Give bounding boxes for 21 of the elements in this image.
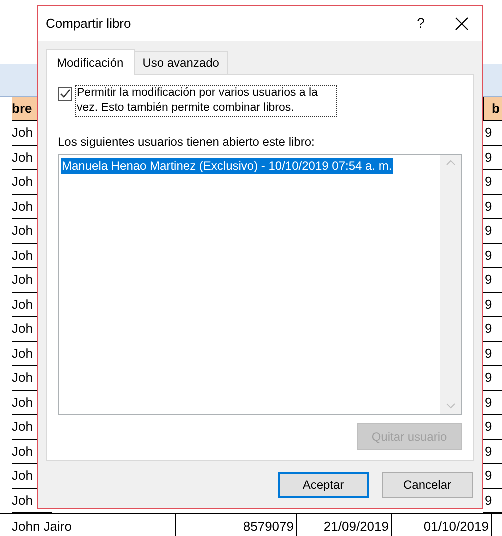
table-cell: 8579079 [176,514,297,536]
scrollbar[interactable] [440,155,461,414]
close-icon [455,16,469,30]
dialog-button[interactable]: Cancelar [382,472,473,498]
help-button[interactable]: ? [406,8,436,38]
header-cell: b [483,97,502,121]
table-cell: John Jairo [12,514,176,536]
table-cell: 01/10/2019 [392,514,492,536]
tab[interactable]: Modificación [46,49,135,75]
scroll-up-icon[interactable] [446,160,456,166]
checkbox[interactable] [58,87,72,101]
window-title: Compartir libro [46,14,132,33]
checkbox-label[interactable]: Permitir la modificación por varios usuarios a la vez. Esto también permite combinar libros. [75,85,337,117]
scroll-down-icon[interactable] [446,403,456,409]
dialog-button[interactable]: Aceptar [278,472,369,498]
tab[interactable]: Uso avanzado [134,51,228,74]
list-item[interactable]: Manuela Henao Martinez (Exclusivo) - 10/10/2019 07:54 a. m. [61,158,394,174]
checkmark-icon [60,89,70,99]
table-cell: 21/09/2019 [297,514,392,536]
list-label: Los siguientes usuarios tienen abierto este libro: [58,134,316,151]
user-list[interactable]: Manuela Henao Martinez (Exclusivo) - 10/10/2019 07:54 a. m. [58,154,462,415]
